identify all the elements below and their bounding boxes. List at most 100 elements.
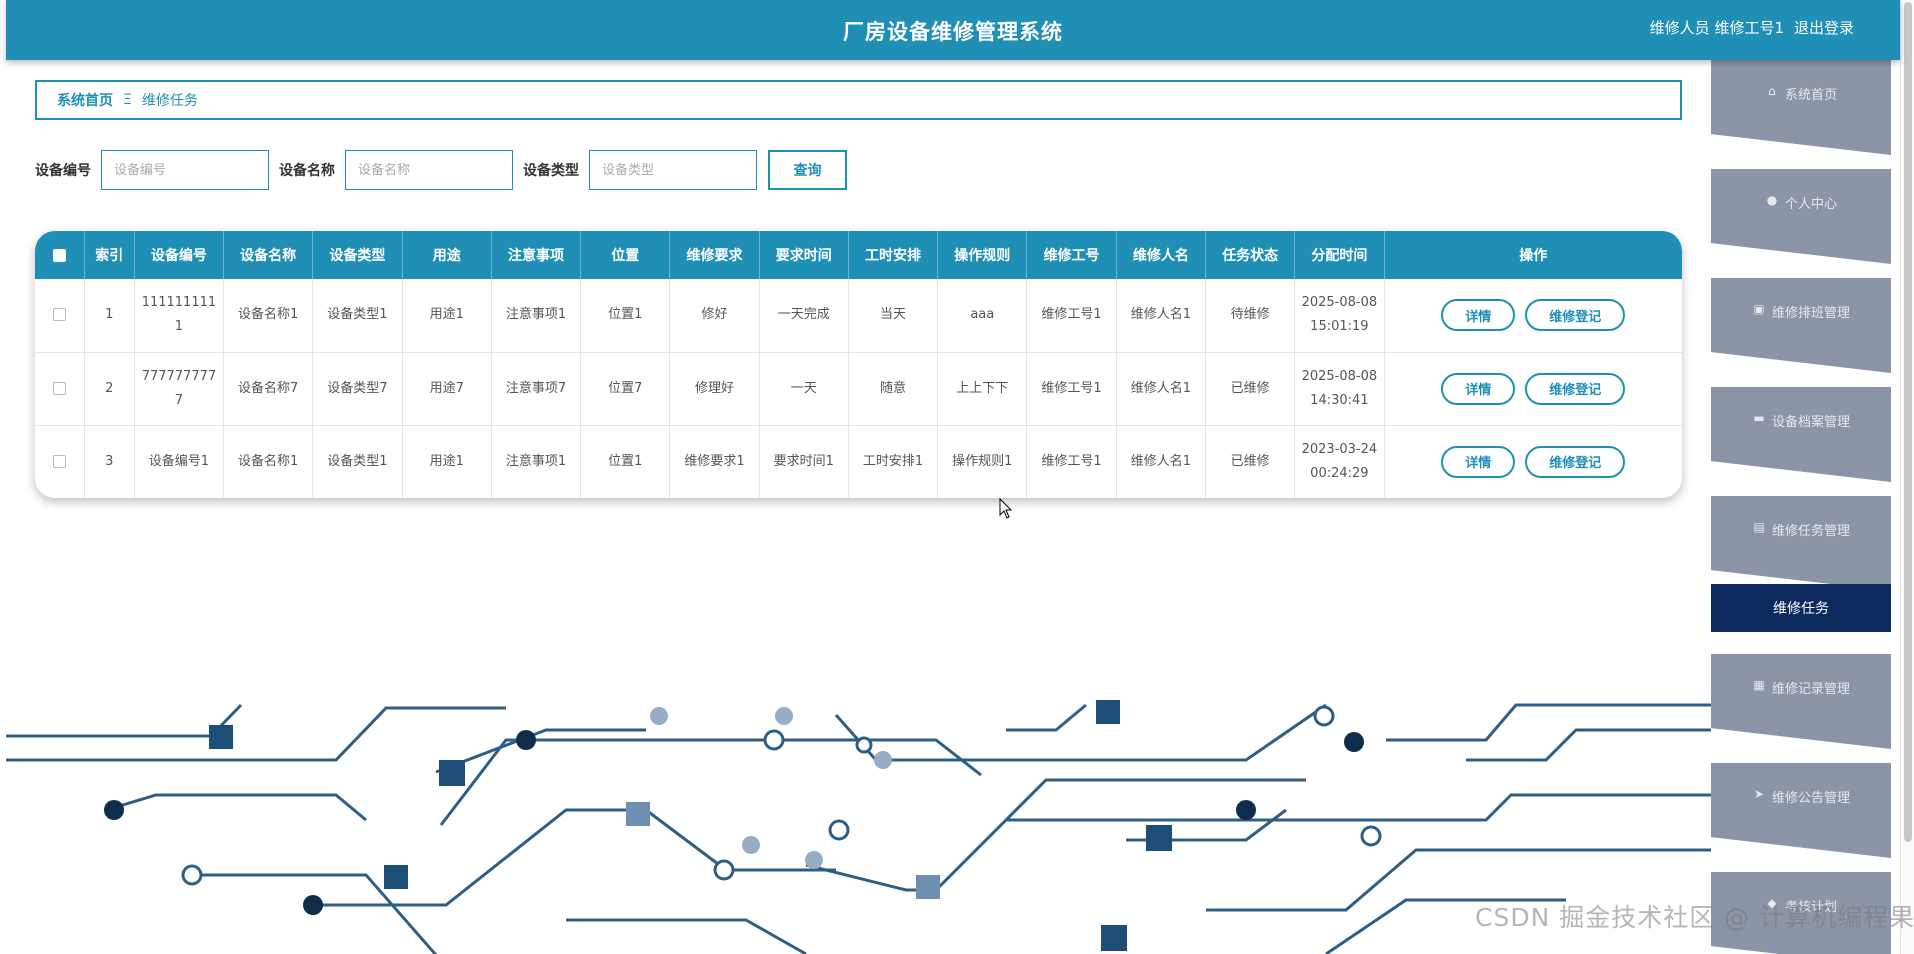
sidebar-subitem-task[interactable]: 维修任务 <box>1711 584 1891 632</box>
row-actions: 详情 维修登记 <box>1384 352 1682 426</box>
repair-register-button[interactable]: 维修登记 <box>1525 445 1626 478</box>
table-cell: 维修要求1 <box>669 425 760 498</box>
table-cell: 维修人名1 <box>1116 425 1206 498</box>
table-cell: 用途7 <box>402 352 492 426</box>
table-cell: 2025-08-08 14:30:41 <box>1294 352 1385 426</box>
search-label-device-no: 设备编号 <box>35 163 91 179</box>
table-cell: 一天 <box>759 352 849 426</box>
table-cell: 已维修 <box>1205 352 1296 426</box>
device-name-input[interactable] <box>345 150 513 190</box>
circuit-background-art <box>6 700 1711 954</box>
table-cell: 设备类型1 <box>312 279 403 353</box>
task-table: 索引 设备编号 设备名称 设备类型 用途 注意事项 位置 维修要求 要求时间 工… <box>35 231 1682 498</box>
table-cell: aaa <box>937 279 1028 353</box>
table-cell: 要求时间1 <box>759 425 849 498</box>
table-row: 3 设备编号1 设备名称1 设备类型1 用途1 注意事项1 位置1 维修要求1 … <box>35 425 1682 498</box>
table-cell: 已维修 <box>1205 425 1296 498</box>
logout-link[interactable]: 退出登录 <box>1794 17 1854 38</box>
query-button[interactable]: 查询 <box>768 150 847 190</box>
table-cell: 注意事项1 <box>491 279 582 353</box>
table-cell: 维修工号1 <box>1026 352 1117 426</box>
watermark-text: CSDN 掘金技术社区 @ 计算机编程果茶熊 <box>1475 903 1914 932</box>
row-checkbox[interactable] <box>35 279 85 353</box>
table-cell: 上上下下 <box>937 352 1028 426</box>
table-cell: 7777777777 <box>134 352 225 426</box>
repair-register-button[interactable]: 维修登记 <box>1525 372 1626 405</box>
breadcrumb: 系统首页 Ξ 维修任务 <box>35 80 1682 120</box>
table-cell: 当天 <box>848 279 939 353</box>
col-header: 设备类型 <box>312 231 403 279</box>
table-cell: 待维修 <box>1205 279 1296 353</box>
table-cell: 用途1 <box>402 279 492 353</box>
sidebar-item-schedule[interactable]: ▣ 维修排班管理 <box>1711 278 1891 373</box>
sidebar-item-home[interactable]: ⌂ 系统首页 <box>1711 60 1891 155</box>
mouse-cursor-icon <box>999 498 1013 519</box>
device-no-input[interactable] <box>101 150 269 190</box>
table-cell: 用途1 <box>402 425 492 498</box>
table-cell: 2 <box>84 352 135 426</box>
home-icon: ⌂ <box>1768 84 1776 98</box>
sidebar-item-label: 维修记录管理 <box>1771 682 1850 697</box>
sidebar-item-label: 系统首页 <box>1784 88 1837 103</box>
table-cell: 维修工号1 <box>1026 425 1117 498</box>
detail-button[interactable]: 详情 <box>1441 299 1516 332</box>
col-header: 操作规则 <box>937 231 1028 279</box>
table-cell: 修理好 <box>669 352 760 426</box>
send-icon: ➤ <box>1753 787 1765 801</box>
table-cell: 设备类型7 <box>312 352 403 426</box>
col-header: 分配时间 <box>1294 231 1385 279</box>
user-label: 维修人员 维修工号1 <box>1649 19 1784 37</box>
table-cell: 随意 <box>848 352 939 426</box>
detail-button[interactable]: 详情 <box>1441 445 1516 478</box>
select-all-checkbox[interactable] <box>35 231 85 279</box>
table-header-row: 索引 设备编号 设备名称 设备类型 用途 注意事项 位置 维修要求 要求时间 工… <box>35 231 1682 279</box>
sidebar-item-record[interactable]: ▦ 维修记录管理 <box>1711 654 1891 749</box>
col-header: 维修人名 <box>1116 231 1206 279</box>
sidebar-item-label: 个人中心 <box>1784 197 1837 212</box>
col-header: 工时安排 <box>848 231 939 279</box>
table-cell: 操作规则1 <box>937 425 1028 498</box>
search-label-device-type: 设备类型 <box>523 163 579 179</box>
col-header: 设备编号 <box>134 231 225 279</box>
table-cell: 2023-03-24 00:24:29 <box>1294 425 1385 498</box>
col-header: 操作 <box>1519 248 1548 264</box>
sidebar-item-profile[interactable]: ● 个人中心 <box>1711 169 1891 264</box>
col-header: 用途 <box>402 231 492 279</box>
detail-button[interactable]: 详情 <box>1441 372 1516 405</box>
table-cell: 一天完成 <box>759 279 849 353</box>
table-cell: 设备编号1 <box>134 425 225 498</box>
table-cell: 维修工号1 <box>1026 279 1117 353</box>
table-cell: 位置1 <box>580 279 671 353</box>
col-header: 设备名称 <box>223 231 314 279</box>
col-header: 位置 <box>580 231 671 279</box>
col-header: 维修要求 <box>669 231 760 279</box>
user-area: 维修人员 维修工号1 退出登录 <box>1650 17 1854 38</box>
row-checkbox[interactable] <box>35 352 85 426</box>
table-cell: 设备名称7 <box>223 352 314 426</box>
sidebar-item-label: 维修排班管理 <box>1771 306 1850 321</box>
table-cell: 位置7 <box>580 352 671 426</box>
table-cell: 设备名称1 <box>223 425 314 498</box>
table-row: 1 1111111111 设备名称1 设备类型1 用途1 注意事项1 位置1 修… <box>35 279 1682 353</box>
breadcrumb-home[interactable]: 系统首页 <box>57 90 113 110</box>
row-checkbox[interactable] <box>35 425 85 498</box>
table-cell: 3 <box>84 425 135 498</box>
page-scrollbar[interactable] <box>1900 0 1914 954</box>
col-header: 要求时间 <box>759 231 849 279</box>
sidebar-item-notice[interactable]: ➤ 维修公告管理 <box>1711 763 1891 858</box>
device-type-input[interactable] <box>589 150 757 190</box>
sidebar-item-device-archive[interactable]: ▬ 设备档案管理 <box>1711 387 1891 482</box>
sidebar-nav: ⌂ 系统首页 ● 个人中心 ▣ 维修排班管理 ▬ 设备档案管理 ▤ 维修任务管理… <box>1711 60 1891 954</box>
table-cell: 设备名称1 <box>223 279 314 353</box>
user-icon: ● <box>1766 193 1778 207</box>
table-cell: 工时安排1 <box>848 425 939 498</box>
repair-register-button[interactable]: 维修登记 <box>1525 299 1626 332</box>
table-cell: 注意事项7 <box>491 352 582 426</box>
scrollbar-thumb[interactable] <box>1904 2 1912 842</box>
table-cell: 修好 <box>669 279 760 353</box>
table-cell: 1 <box>84 279 135 353</box>
row-actions: 详情 维修登记 <box>1384 425 1682 498</box>
col-header: 任务状态 <box>1205 231 1296 279</box>
sidebar-item-task[interactable]: ▤ 维修任务管理 <box>1711 496 1891 591</box>
clipboard-icon: ▣ <box>1753 302 1765 316</box>
